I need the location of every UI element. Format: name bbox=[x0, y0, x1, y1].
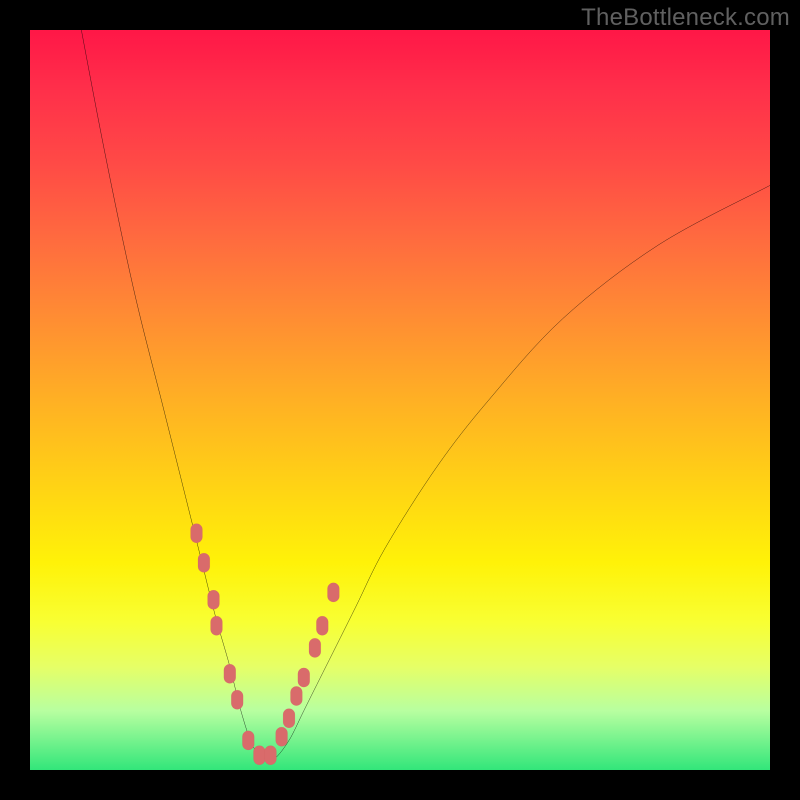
curve-marker bbox=[298, 668, 310, 687]
curve-marker bbox=[276, 727, 288, 746]
chart-frame: TheBottleneck.com bbox=[0, 0, 800, 800]
curve-marker bbox=[309, 638, 321, 657]
curve-marker bbox=[231, 690, 243, 709]
plot-area bbox=[30, 30, 770, 770]
curve-marker bbox=[327, 583, 339, 602]
curve-marker bbox=[253, 746, 265, 765]
curve-marker bbox=[224, 664, 236, 683]
curve-svg bbox=[30, 30, 770, 770]
curve-marker bbox=[198, 553, 210, 572]
curve-marker bbox=[290, 686, 302, 705]
curve-marker bbox=[283, 709, 295, 728]
curve-marker bbox=[242, 731, 254, 750]
curve-marker bbox=[316, 616, 328, 635]
marker-group bbox=[191, 524, 340, 765]
bottleneck-curve bbox=[74, 0, 770, 761]
watermark-text: TheBottleneck.com bbox=[581, 4, 790, 32]
curve-marker bbox=[265, 746, 277, 765]
curve-marker bbox=[211, 616, 223, 635]
curve-marker bbox=[208, 590, 220, 609]
curve-marker bbox=[191, 524, 203, 543]
